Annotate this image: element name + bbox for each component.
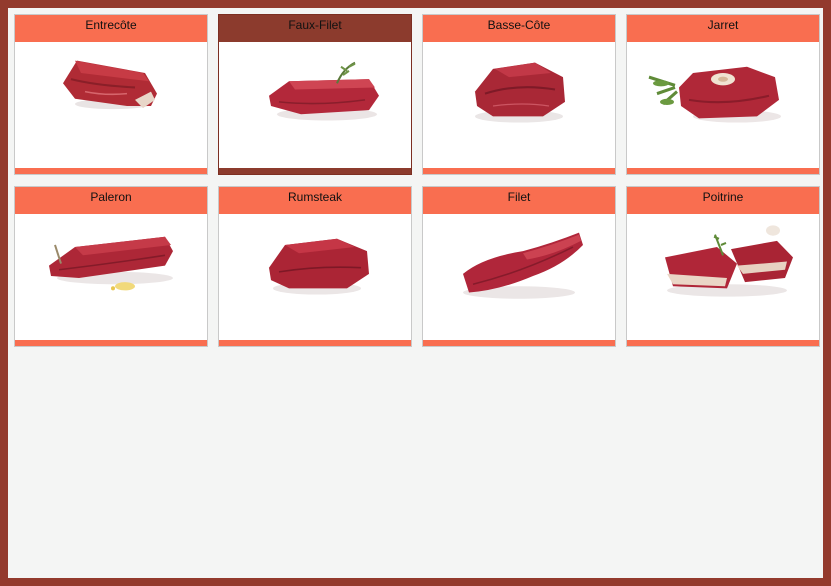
cut-card-title: Paleron [15,187,207,214]
cut-card-faux-filet[interactable]: Faux-Filet [218,14,412,175]
jarret-meat-image [627,42,819,168]
cut-card-paleron[interactable]: Paleron [14,186,208,347]
cut-card-footer [219,168,411,174]
cut-card-footer [15,340,207,346]
cut-card-title: Filet [423,187,615,214]
paleron-meat-image [15,214,207,340]
cut-card-jarret[interactable]: Jarret [626,14,820,175]
cut-card-rumsteak[interactable]: Rumsteak [218,186,412,347]
cut-card-title: Faux-Filet [219,15,411,42]
cut-card-title: Entrecôte [15,15,207,42]
cut-card-title: Jarret [627,15,819,42]
cut-card-footer [15,168,207,174]
basse-cote-meat-image [423,42,615,168]
cut-card-footer [423,168,615,174]
entrecote-meat-image [15,42,207,168]
cut-card-footer [219,340,411,346]
poitrine-meat-image [627,214,819,340]
cut-card-entrecote[interactable]: Entrecôte [14,14,208,175]
cut-card-footer [627,168,819,174]
cut-card-title: Basse-Côte [423,15,615,42]
rumsteak-meat-image [219,214,411,340]
cut-card-basse-cote[interactable]: Basse-Côte [422,14,616,175]
cut-grid: Entrecôte Faux-Filet Basse-Côte Jarret P… [14,14,820,347]
cut-card-footer [423,340,615,346]
faux-filet-meat-image [219,42,411,168]
filet-meat-image [423,214,615,340]
cut-card-filet[interactable]: Filet [422,186,616,347]
cut-card-footer [627,340,819,346]
app-window: Entrecôte Faux-Filet Basse-Côte Jarret P… [8,8,823,578]
cut-card-title: Rumsteak [219,187,411,214]
cut-card-title: Poitrine [627,187,819,214]
cut-card-poitrine[interactable]: Poitrine [626,186,820,347]
